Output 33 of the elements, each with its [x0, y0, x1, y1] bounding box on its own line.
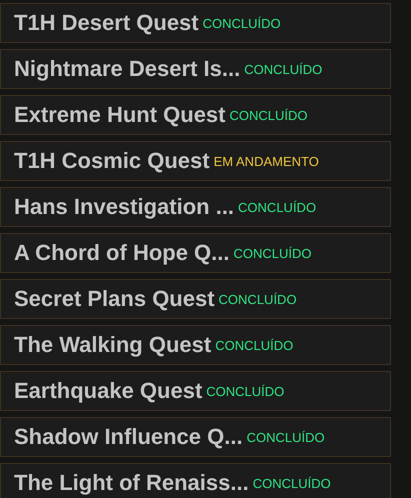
quest-row[interactable]: Extreme Hunt Quest CONCLUÍDO — [0, 95, 391, 135]
quest-status: EM ANDAMENTO — [214, 154, 319, 168]
quest-row[interactable]: T1H Desert Quest CONCLUÍDO — [0, 3, 391, 43]
quest-title: Earthquake Quest — [14, 380, 202, 402]
quest-title: Secret Plans Quest — [14, 288, 215, 310]
quest-title: The Light of Renaiss... — [14, 472, 249, 494]
quest-status: CONCLUÍDO — [246, 430, 325, 444]
quest-status: CONCLUÍDO — [202, 16, 281, 30]
quest-title: Nightmare Desert Is... — [14, 58, 240, 80]
quest-row[interactable]: Shadow Influence Q... CONCLUÍDO — [0, 417, 391, 457]
quest-status: CONCLUÍDO — [252, 476, 331, 490]
quest-row[interactable]: The Walking Quest CONCLUÍDO — [0, 325, 391, 365]
quest-status: CONCLUÍDO — [238, 200, 316, 214]
quest-title: Shadow Influence Q... — [14, 426, 243, 448]
quest-status: CONCLUÍDO — [234, 246, 312, 260]
quest-title: Hans Investigation ... — [14, 196, 234, 218]
quest-title: Extreme Hunt Quest — [14, 104, 226, 126]
quest-row[interactable]: Nightmare Desert Is... CONCLUÍDO — [0, 49, 391, 89]
quest-row[interactable]: T1H Cosmic Quest EM ANDAMENTO — [0, 141, 391, 181]
quest-row[interactable]: Earthquake Quest CONCLUÍDO — [0, 371, 391, 411]
quest-row[interactable]: A Chord of Hope Q... CONCLUÍDO — [0, 233, 391, 273]
quest-title: T1H Cosmic Quest — [14, 150, 210, 172]
quest-title: T1H Desert Quest — [14, 12, 199, 34]
quest-status: CONCLUÍDO — [244, 62, 322, 76]
quest-status: CONCLUÍDO — [215, 338, 294, 352]
quest-row[interactable]: Hans Investigation ... CONCLUÍDO — [0, 187, 391, 227]
quest-status: CONCLUÍDO — [230, 108, 308, 122]
quest-status: CONCLUÍDO — [218, 292, 297, 306]
quest-title: A Chord of Hope Q... — [14, 242, 230, 264]
quest-row[interactable]: Secret Plans Quest CONCLUÍDO — [0, 279, 391, 319]
quest-status: CONCLUÍDO — [206, 384, 284, 398]
quest-title: The Walking Quest — [14, 334, 212, 356]
quest-row[interactable]: The Light of Renaiss... CONCLUÍDO — [0, 463, 391, 498]
